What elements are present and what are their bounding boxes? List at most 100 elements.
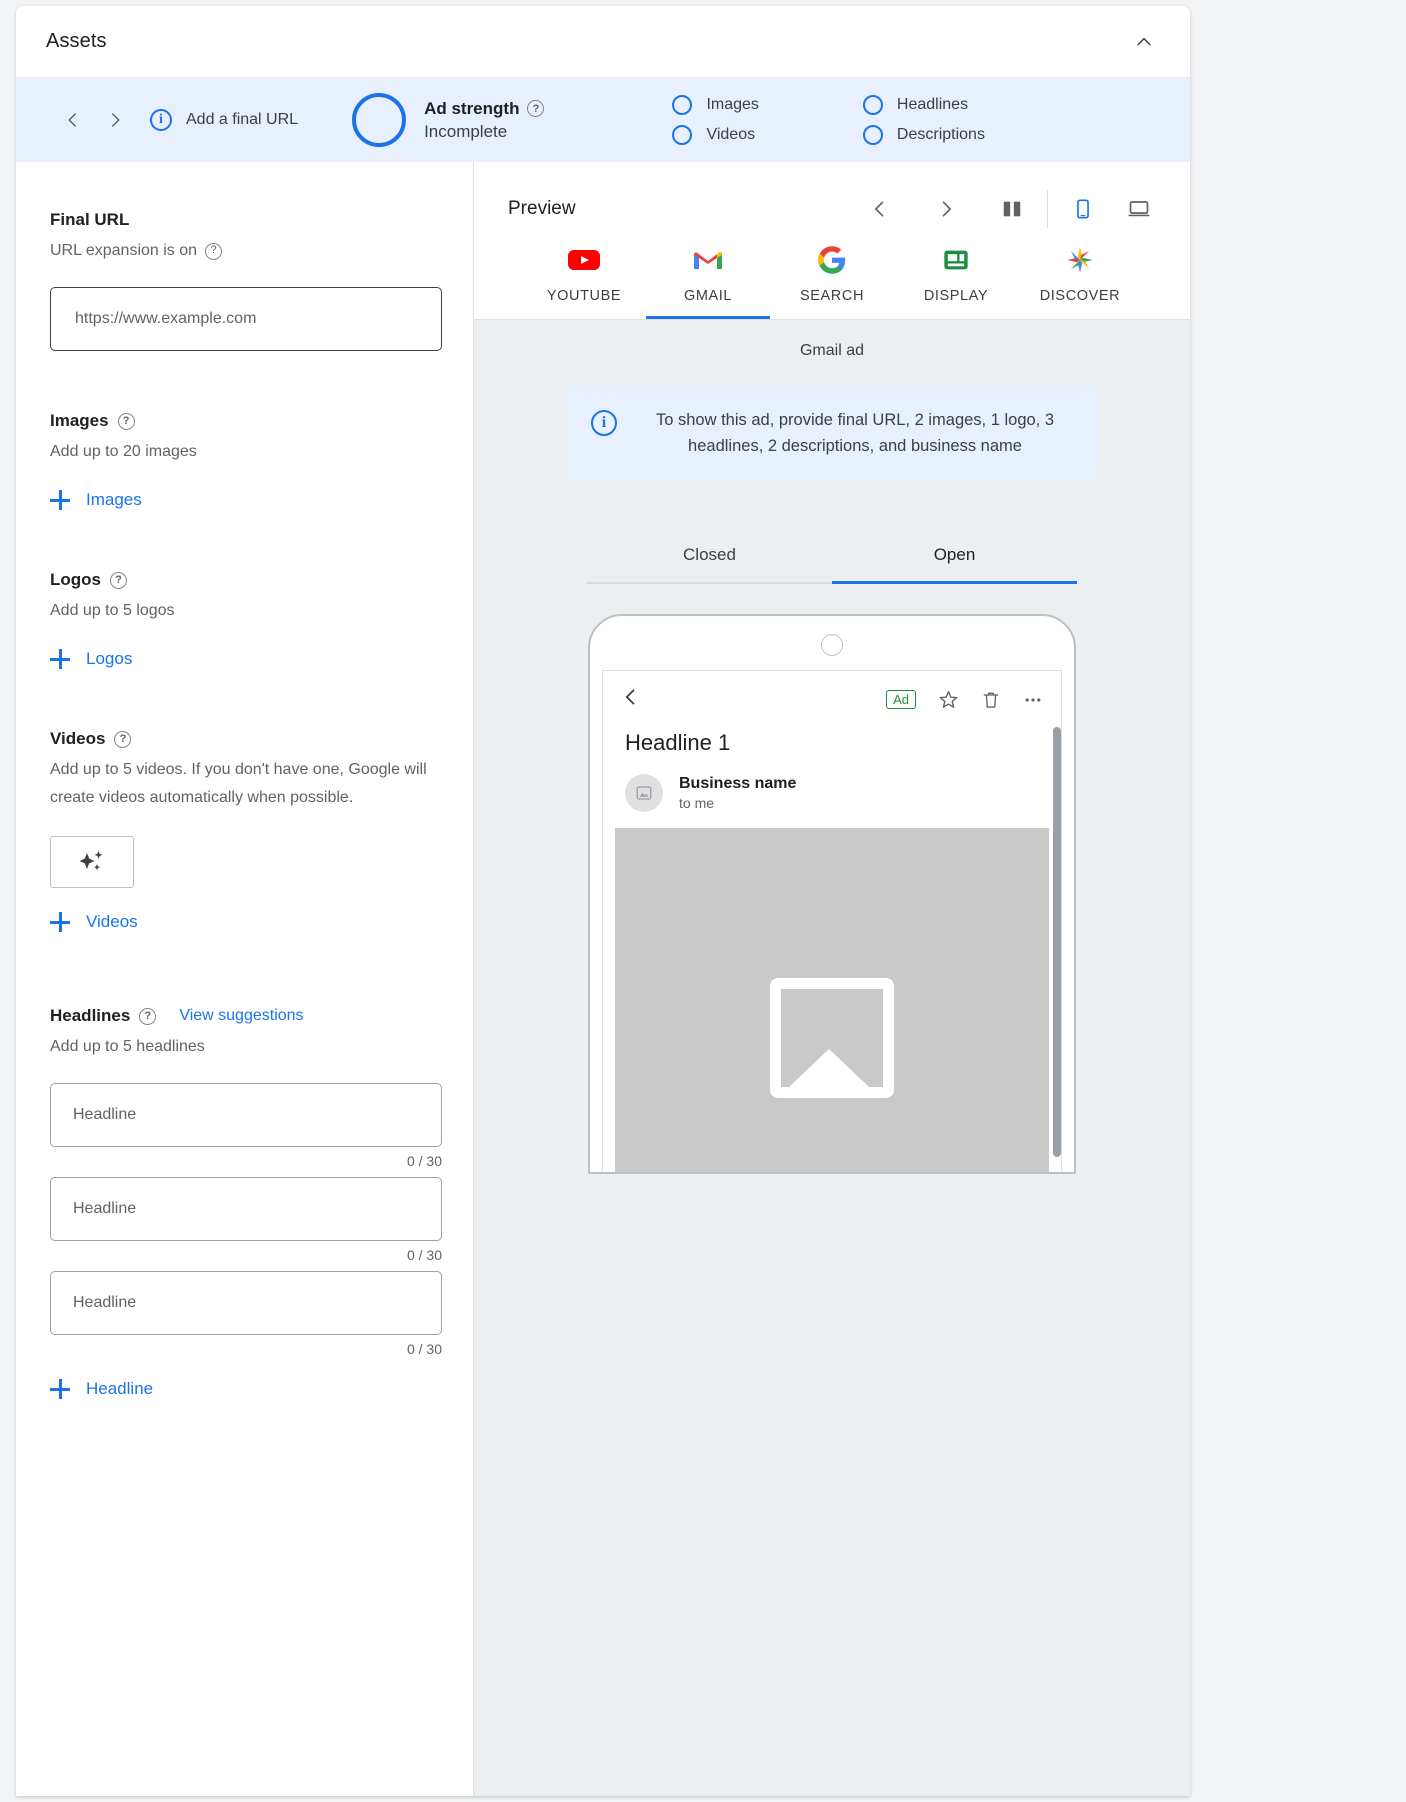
next-asset-button[interactable] <box>102 107 128 133</box>
mobile-preview-button[interactable] <box>1062 188 1104 230</box>
headline-input-2[interactable]: Headline <box>50 1177 442 1241</box>
preview-caption: Gmail ad <box>799 342 865 359</box>
tab-display[interactable]: DISPLAY <box>894 244 1018 319</box>
ad-strength-label-row: Ad strength ? <box>424 98 545 119</box>
tab-label: YOUTUBE <box>546 288 622 304</box>
tab-label: SEARCH <box>799 288 865 304</box>
requirement-label: Videos <box>706 126 756 143</box>
tab-label: DISCOVER <box>1039 288 1121 304</box>
collapse-button[interactable] <box>1124 22 1164 62</box>
display-icon <box>942 244 970 276</box>
headline-counter-2: 0 / 30 <box>406 1247 442 1263</box>
split-view-button[interactable] <box>991 188 1033 230</box>
final-url-input[interactable]: https://www.example.com <box>50 287 442 351</box>
desktop-preview-button[interactable] <box>1118 188 1160 230</box>
add-logos-label: Logos <box>86 649 133 668</box>
headline-counter-1: 0 / 30 <box>406 1153 442 1169</box>
requirements-column-1: Images Videos <box>672 95 759 145</box>
assets-form-pane: Final URL URL expansion is on ? https://… <box>16 162 474 1796</box>
preview-next-button[interactable] <box>925 188 967 230</box>
tab-label: DISPLAY <box>923 288 989 304</box>
avatar <box>625 774 663 813</box>
headline-input-3[interactable]: Headline <box>50 1271 442 1335</box>
google-icon <box>818 244 846 276</box>
headline-input-1[interactable]: Headline <box>50 1083 442 1147</box>
chevron-up-icon <box>1137 37 1151 45</box>
requirement-label: Images <box>706 96 759 113</box>
preview-header: Preview <box>474 162 1190 230</box>
star-button[interactable] <box>938 689 959 710</box>
help-icon[interactable]: ? <box>139 1007 157 1025</box>
mail-back-button[interactable] <box>621 687 641 712</box>
videos-section: Videos ? Add up to 5 videos. If you don'… <box>50 729 439 932</box>
add-videos-label: Videos <box>86 912 138 931</box>
videos-title: Videos <box>50 729 106 748</box>
help-icon[interactable]: ? <box>205 242 223 260</box>
logos-section: Logos ? Add up to 5 logos Logos <box>50 570 439 669</box>
plus-icon <box>50 490 70 510</box>
assets-card: Assets i Add a final URL Ad strength ? I… <box>16 6 1190 1796</box>
logos-title: Logos <box>50 570 101 589</box>
requirement-videos: Videos <box>672 125 758 145</box>
assets-header: Assets <box>16 6 1190 78</box>
ad-strength-text: Ad strength ? Incomplete <box>424 98 545 142</box>
circle-indicator-icon <box>862 125 883 145</box>
circle-indicator-icon <box>862 95 883 115</box>
ad-hero-image <box>615 828 1049 1173</box>
requirement-label: Headlines <box>896 96 969 113</box>
ad-strength-ring <box>352 93 407 147</box>
plus-icon <box>50 1379 70 1399</box>
ad-preview-headline: Headline 1 <box>625 730 731 756</box>
preview-info-text: To show this ad, provide final URL, 2 im… <box>655 411 1055 455</box>
preview-title: Preview <box>508 198 576 219</box>
headline-field-2: Headline 0 / 30 <box>50 1177 442 1263</box>
generate-video-button[interactable] <box>50 836 134 888</box>
tab-youtube[interactable]: YOUTUBE <box>522 244 646 319</box>
image-placeholder-icon <box>636 786 652 800</box>
tab-search[interactable]: SEARCH <box>770 244 894 319</box>
tab-open[interactable]: Open <box>832 545 1077 585</box>
images-title-row: Images ? <box>50 411 439 431</box>
ad-strength-status: Incomplete <box>424 121 508 141</box>
add-logos-button[interactable]: Logos <box>50 649 132 669</box>
delete-button[interactable] <box>981 690 1001 710</box>
sparkle-icon <box>79 851 103 871</box>
headlines-subtitle: Add up to 5 headlines <box>50 1038 205 1055</box>
trash-icon <box>983 692 999 708</box>
add-headline-button[interactable]: Headline <box>50 1379 153 1399</box>
add-headline-label: Headline <box>86 1379 154 1398</box>
tab-gmail[interactable]: GMAIL <box>646 244 770 319</box>
plus-icon <box>50 649 70 669</box>
help-icon[interactable]: ? <box>527 100 545 117</box>
add-videos-button[interactable]: Videos <box>50 912 138 932</box>
requirements-column-2: Headlines Descriptions <box>862 95 985 145</box>
headline-field-1: Headline 0 / 30 <box>50 1083 442 1169</box>
help-icon[interactable]: ? <box>114 730 132 748</box>
help-icon[interactable]: ? <box>110 571 127 589</box>
ad-strength-label: Ad strength <box>424 98 520 118</box>
assets-body: Final URL URL expansion is on ? https://… <box>16 162 1190 1796</box>
phone-mockup: Ad Headline 1 Business name to me <box>588 614 1076 1175</box>
prev-asset-button[interactable] <box>60 107 86 133</box>
videos-subtitle: Add up to 5 videos. If you don't have on… <box>50 761 427 806</box>
add-images-button[interactable]: Images <box>50 490 142 510</box>
add-images-label: Images <box>86 490 142 509</box>
more-options-button[interactable] <box>1023 690 1043 710</box>
tab-discover[interactable]: DISCOVER <box>1018 244 1142 319</box>
chevron-left-icon <box>68 113 76 127</box>
info-icon: i <box>150 109 172 131</box>
more-options-icon <box>1025 698 1041 702</box>
images-title: Images <box>50 411 109 430</box>
help-icon[interactable]: ? <box>117 412 135 430</box>
final-url-subtitle-row: URL expansion is on ? <box>50 237 439 265</box>
asset-nav-arrows <box>60 107 128 133</box>
preview-prev-button[interactable] <box>859 188 901 230</box>
platform-tabs: YOUTUBE GMAIL SEARCH DISPLAY DISCOVER <box>474 230 1190 320</box>
requirement-images: Images <box>672 95 759 115</box>
tab-closed[interactable]: Closed <box>587 545 832 585</box>
view-suggestions-link[interactable]: View suggestions <box>179 1007 303 1025</box>
youtube-icon <box>567 244 601 276</box>
final-url-section: Final URL URL expansion is on ? https://… <box>50 210 442 351</box>
scrollbar[interactable] <box>1053 727 1061 1158</box>
image-placeholder-icon <box>770 978 894 1099</box>
